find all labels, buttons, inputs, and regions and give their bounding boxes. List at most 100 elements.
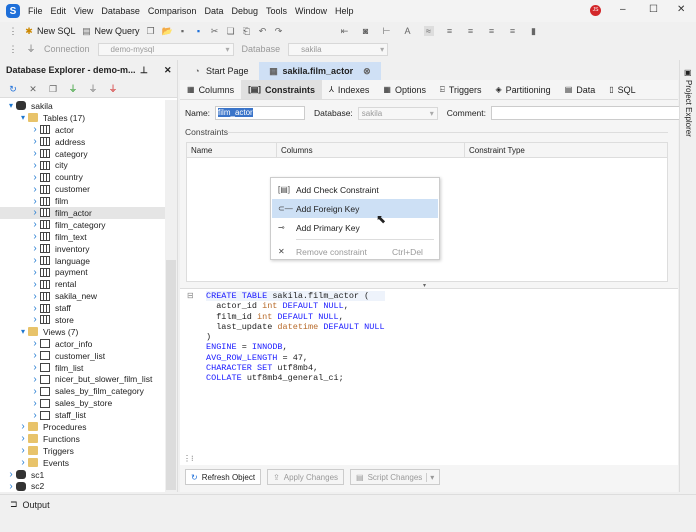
copy-icon[interactable]: ❏: [226, 26, 236, 36]
sql-code[interactable]: CREATE TABLE sakila.film_actor ( actor_i…: [206, 291, 385, 384]
disconnect-icon[interactable]: ⏚: [108, 84, 118, 94]
tree-item[interactable]: › customer: [0, 183, 165, 195]
paste-icon[interactable]: ⎗: [242, 26, 252, 36]
chevron-right-icon[interactable]: ›: [30, 172, 40, 183]
database-combo[interactable]: sakila: [357, 106, 438, 120]
new-query-button[interactable]: ▤ New Query: [82, 26, 139, 36]
undo-icon[interactable]: ↶: [258, 26, 268, 36]
chevron-right-icon[interactable]: ›: [30, 148, 40, 159]
column-header-columns[interactable]: Columns: [277, 143, 465, 157]
comment-icon[interactable]: ≡: [445, 26, 455, 36]
chevron-right-icon[interactable]: ›: [30, 124, 40, 135]
editor-split-icon[interactable]: ⋮⁝: [183, 454, 194, 463]
menu-view[interactable]: View: [74, 6, 93, 16]
tree-item[interactable]: › customer_list: [0, 350, 165, 362]
tree-item[interactable]: › address: [0, 136, 165, 148]
tree-item[interactable]: › actor_info: [0, 338, 165, 350]
sql-editor[interactable]: ⊟ CREATE TABLE sakila.film_actor ( actor…: [180, 288, 678, 465]
save-all-icon[interactable]: ▪: [194, 26, 204, 36]
subtab-partitioning[interactable]: ◈ Partitioning: [489, 80, 558, 99]
outline-icon[interactable]: ⊢: [382, 26, 392, 36]
close-tab-icon[interactable]: ⊗: [363, 66, 371, 77]
menu-data[interactable]: Data: [204, 6, 223, 16]
menu-comparison[interactable]: Comparison: [148, 6, 197, 16]
script-changes-button[interactable]: ▤ Script Changes ▾: [350, 469, 441, 485]
name-input[interactable]: film_actor: [215, 106, 306, 120]
tree-item[interactable]: › city: [0, 159, 165, 171]
dropdown-arrow-icon[interactable]: ▾: [426, 472, 434, 482]
comment-input[interactable]: [491, 106, 690, 120]
minimize-button[interactable]: –: [620, 4, 626, 15]
collapse-icon[interactable]: ⊟: [187, 291, 194, 300]
subtab-indexes[interactable]: ⅄ Indexes: [322, 80, 376, 99]
menu-item-add-foreign-key[interactable]: ⊂— Add Foreign Key: [272, 199, 438, 218]
tree-item[interactable]: › actor: [0, 124, 165, 136]
menu-window[interactable]: Window: [295, 6, 327, 16]
open-icon[interactable]: 📂: [162, 26, 173, 36]
tab-start-page[interactable]: ◔ Start Page: [182, 62, 259, 80]
tree-item[interactable]: › Functions: [0, 433, 165, 445]
subtab-options[interactable]: ▦ Options: [376, 80, 433, 99]
chevron-right-icon[interactable]: ›: [18, 433, 28, 444]
chevron-right-icon[interactable]: ›: [18, 445, 28, 456]
subtab-constraints[interactable]: [▤] Constraints: [241, 80, 322, 99]
chevron-right-icon[interactable]: ›: [30, 196, 40, 207]
tree-item[interactable]: › inventory: [0, 243, 165, 255]
snippet-icon[interactable]: ≡: [508, 26, 518, 36]
save-icon[interactable]: ▪: [178, 26, 188, 36]
tree-item[interactable]: › staff: [0, 302, 165, 314]
menu-item-remove-constraint[interactable]: ✕ Remove constraint Ctrl+Del: [272, 242, 438, 261]
chevron-right-icon[interactable]: ›: [30, 398, 40, 409]
menu-file[interactable]: File: [28, 6, 43, 16]
tree-item[interactable]: › Triggers: [0, 445, 165, 457]
tree-item[interactable]: › payment: [0, 266, 165, 278]
output-tab[interactable]: Output: [23, 500, 50, 510]
tree-item[interactable]: › sc2: [0, 481, 165, 493]
tree-item[interactable]: › film: [0, 195, 165, 207]
chevron-right-icon[interactable]: ›: [6, 481, 16, 492]
tree-item[interactable]: › store: [0, 314, 165, 326]
menu-database[interactable]: Database: [101, 6, 140, 16]
tree-item[interactable]: › nicer_but_slower_film_list: [0, 373, 165, 385]
project-explorer-strip[interactable]: ▣ Project Explorer: [679, 60, 696, 492]
camera-icon[interactable]: ◙: [361, 26, 371, 36]
tree-item[interactable]: › language: [0, 255, 165, 267]
chevron-right-icon[interactable]: ›: [30, 350, 40, 361]
subtab-sql[interactable]: ▯ SQL: [602, 80, 642, 99]
maximize-button[interactable]: ☐: [649, 4, 658, 15]
menu-edit[interactable]: Edit: [51, 6, 67, 16]
chevron-right-icon[interactable]: ›: [30, 303, 40, 314]
tree-item[interactable]: › category: [0, 148, 165, 160]
tree-item[interactable]: › Events: [0, 457, 165, 469]
chevron-right-icon[interactable]: ›: [30, 136, 40, 147]
tree-item[interactable]: › film_list: [0, 362, 165, 374]
chevron-down-icon[interactable]: ▾: [18, 113, 28, 122]
chevron-down-icon[interactable]: ▾: [18, 327, 28, 336]
chevron-right-icon[interactable]: ›: [30, 374, 40, 385]
tree-item[interactable]: › Procedures: [0, 421, 165, 433]
chevron-right-icon[interactable]: ›: [30, 231, 40, 242]
chevron-right-icon[interactable]: ›: [30, 386, 40, 397]
tree-item[interactable]: › country: [0, 171, 165, 183]
tree-item[interactable]: › film_actor: [0, 207, 165, 219]
menu-debug[interactable]: Debug: [231, 6, 258, 16]
chevron-right-icon[interactable]: ›: [30, 279, 40, 290]
redo-icon[interactable]: ↷: [274, 26, 284, 36]
tree-item[interactable]: › sakila_new: [0, 290, 165, 302]
chevron-right-icon[interactable]: ›: [30, 219, 40, 230]
tab-film-actor[interactable]: ▦ sakila.film_actor ⊗: [258, 62, 381, 80]
bookmark-icon[interactable]: ▮: [529, 26, 539, 36]
uncomment-icon[interactable]: ≡: [466, 26, 476, 36]
chevron-right-icon[interactable]: ›: [30, 410, 40, 421]
chevron-right-icon[interactable]: ›: [30, 243, 40, 254]
chevron-right-icon[interactable]: ›: [6, 469, 16, 480]
apply-changes-button[interactable]: ⇪ Apply Changes: [267, 469, 345, 485]
chevron-right-icon[interactable]: ›: [30, 184, 40, 195]
properties-icon[interactable]: ❐: [48, 84, 58, 94]
tree-item[interactable]: › sales_by_store: [0, 397, 165, 409]
indent-icon[interactable]: ⇤: [340, 26, 350, 36]
refresh-icon[interactable]: ↻: [8, 84, 18, 94]
tree-item[interactable]: ▾ Tables (17): [0, 112, 165, 124]
chevron-right-icon[interactable]: ›: [30, 160, 40, 171]
chevron-down-icon[interactable]: ▾: [6, 101, 16, 110]
